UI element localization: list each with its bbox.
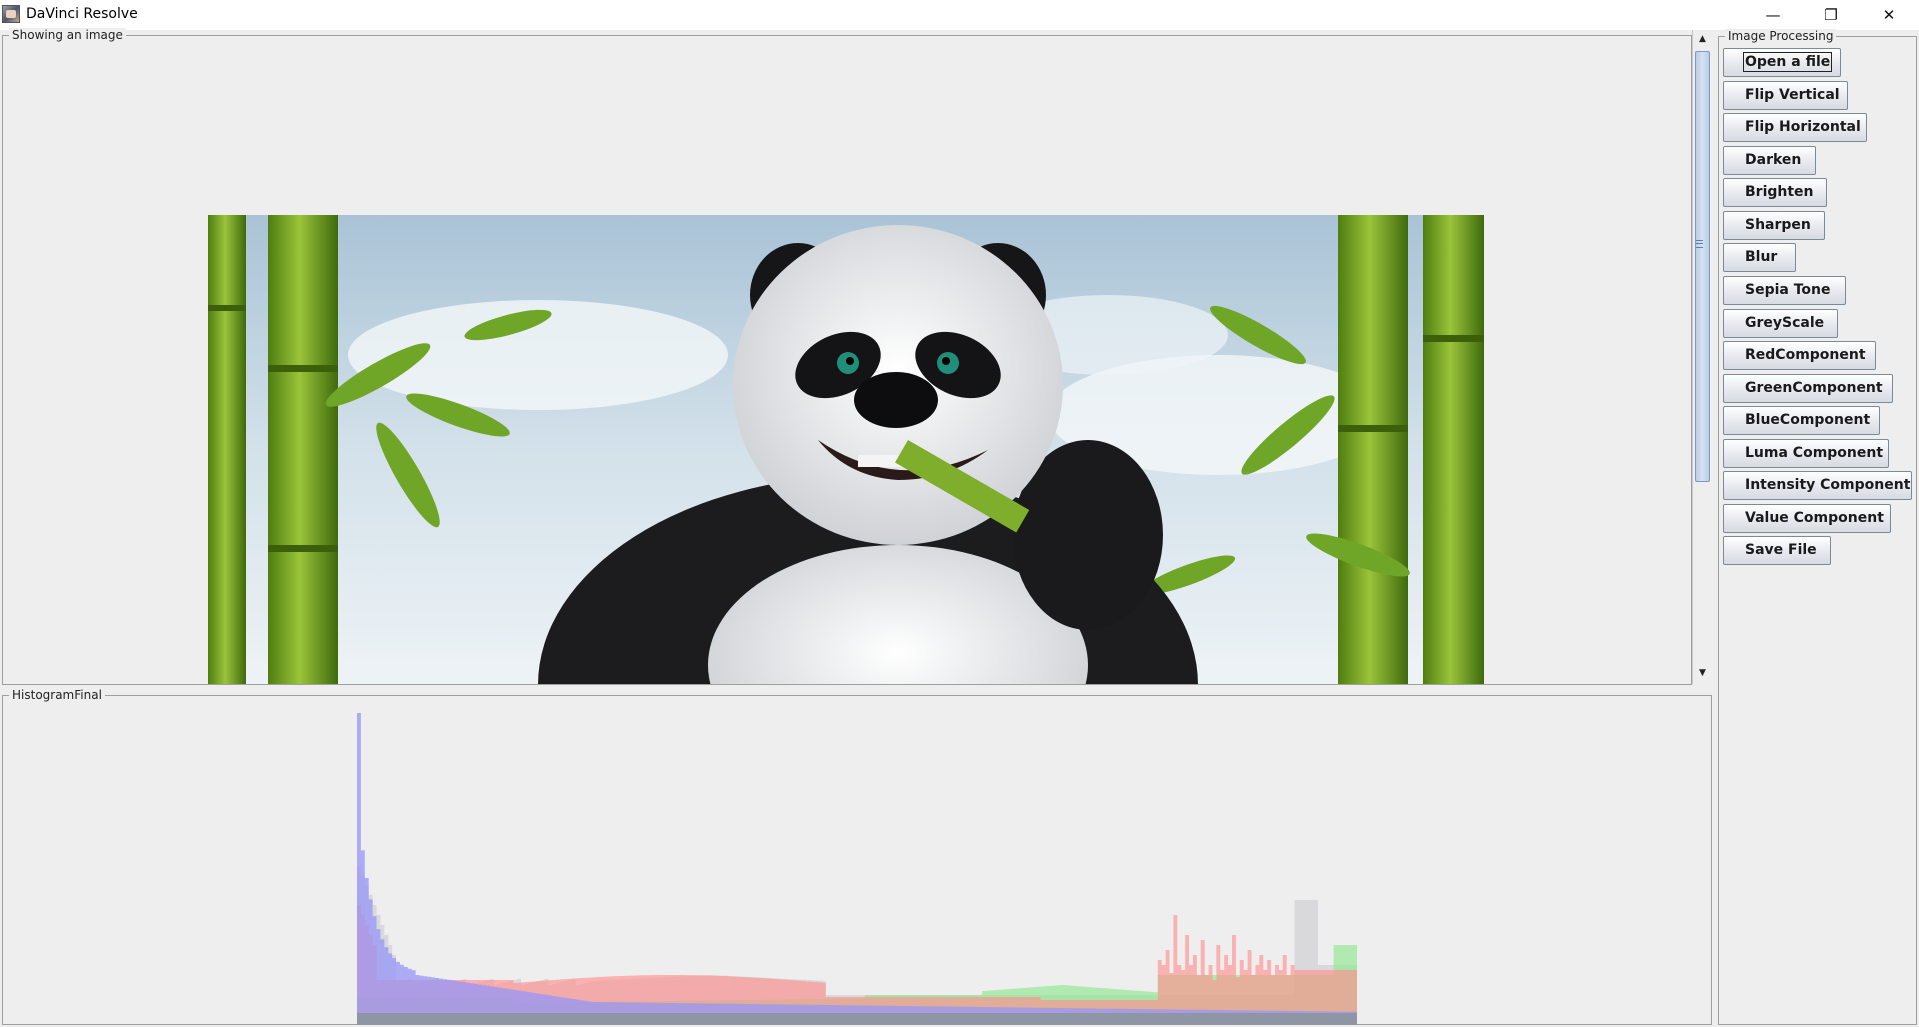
blue-component-button[interactable]: BlueComponent bbox=[1723, 406, 1880, 435]
save-file-button[interactable]: Save File bbox=[1723, 536, 1831, 565]
sharpen-button[interactable]: Sharpen bbox=[1723, 211, 1825, 240]
luma-component-button[interactable]: Luma Component bbox=[1723, 439, 1889, 468]
value-component-button[interactable]: Value Component bbox=[1723, 504, 1891, 533]
intensity-component-button[interactable]: Intensity Component bbox=[1723, 471, 1912, 500]
brighten-button[interactable]: Brighten bbox=[1723, 178, 1827, 207]
darken-button[interactable]: Darken bbox=[1723, 146, 1816, 175]
flip-vertical-button[interactable]: Flip Vertical bbox=[1723, 81, 1848, 110]
red-component-button[interactable]: RedComponent bbox=[1723, 341, 1876, 370]
green-component-button[interactable]: GreenComponent bbox=[1723, 374, 1893, 403]
processing-panel-label: Image Processing bbox=[1725, 29, 1837, 43]
open-file-button[interactable]: Open a file bbox=[1723, 48, 1841, 77]
sepia-tone-button[interactable]: Sepia Tone bbox=[1723, 276, 1846, 305]
histogram-chart bbox=[357, 713, 1357, 1025]
flip-horizontal-button[interactable]: Flip Horizontal bbox=[1723, 113, 1867, 142]
greyscale-button[interactable]: GreyScale bbox=[1723, 309, 1838, 338]
histogram-bars bbox=[357, 713, 1357, 1025]
blur-button[interactable]: Blur bbox=[1723, 243, 1796, 272]
